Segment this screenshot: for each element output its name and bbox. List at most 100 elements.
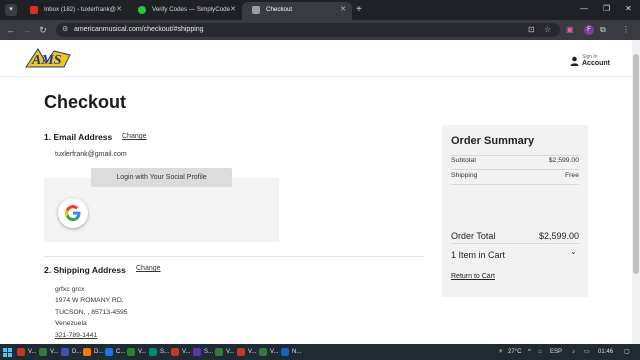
taskbar-label: V...: [248, 349, 257, 355]
subtotal-label: Subtotal: [451, 157, 476, 164]
taskbar-label: V...: [270, 349, 279, 355]
site-info-icon[interactable]: ⚙: [62, 26, 70, 34]
app-icon: [171, 348, 179, 356]
taskbar-app-7[interactable]: V...: [170, 346, 190, 358]
app-icon: [83, 348, 91, 356]
back-arrow-icon[interactable]: ←: [4, 23, 18, 37]
taskbar-label: V...: [226, 349, 235, 355]
page-scrollbar[interactable]: [632, 40, 640, 344]
account-label: Account: [582, 60, 610, 67]
address-country: Venezuela: [55, 320, 87, 327]
cart-items-toggle[interactable]: 1 Item in Cart: [451, 250, 505, 260]
language-indicator[interactable]: ESP: [550, 346, 562, 358]
battery-icon[interactable]: ▭: [584, 346, 590, 358]
app-icon: [215, 348, 223, 356]
taskbar-app-5[interactable]: V...: [126, 346, 146, 358]
network-icon[interactable]: ⌂: [538, 346, 542, 358]
shipping-label: Shipping: [451, 172, 478, 179]
tab-title: Verify Codes — SimplyCodes: [152, 6, 230, 13]
email-value: tuxlerfrank@gmail.com: [55, 151, 127, 158]
taskbar-app-3[interactable]: D...: [82, 346, 103, 358]
extension-icon[interactable]: ▣: [566, 23, 574, 37]
address-bar[interactable]: ⚙ americanmusical.com/checkout/#shipping: [56, 23, 560, 37]
close-tab-icon[interactable]: ✕: [340, 2, 346, 18]
taskbar-app-1[interactable]: V...: [38, 346, 58, 358]
user-icon: [570, 56, 579, 66]
taskbar-label: V...: [50, 349, 59, 355]
shipping-change-link[interactable]: Change: [136, 265, 161, 272]
minimize-icon[interactable]: —: [580, 1, 588, 17]
order-summary-panel: Order Summary Subtotal $2,599.00 Shippin…: [442, 125, 588, 297]
weather-icon[interactable]: ☀: [498, 346, 503, 358]
subtotal-value: $2,599.00: [548, 157, 579, 164]
simplycodes-icon: [138, 6, 146, 14]
taskbar-label: C...: [116, 349, 126, 355]
address-phone[interactable]: 321-789-1441: [55, 332, 97, 339]
taskbar-label: D...: [94, 349, 104, 355]
notifications-icon[interactable]: ▢: [624, 346, 630, 358]
tray-chevron-icon[interactable]: ^: [528, 346, 531, 358]
taskbar-app-9[interactable]: V...: [214, 346, 234, 358]
windows-logo-icon: [3, 348, 12, 357]
translate-icon[interactable]: ⊡: [528, 23, 535, 37]
taskbar-app-8[interactable]: S...: [192, 346, 213, 358]
social-login-button[interactable]: Login with Your Social Profile: [91, 168, 232, 187]
ams-favicon-icon: [252, 6, 260, 14]
browser-tab-bar: ▾ Inbox (182) - tuxlerfrank@gmai ✕ Verif…: [0, 0, 640, 20]
taskbar-app-10[interactable]: V...: [236, 346, 256, 358]
order-total-label: Order Total: [451, 231, 496, 241]
scrollbar-thumb[interactable]: [633, 54, 639, 274]
address-city: TUCSON, , 85713-4595: [55, 309, 128, 316]
app-icon: [149, 348, 157, 356]
tab-simplycodes[interactable]: Verify Codes — SimplyCodes ✕: [128, 2, 242, 20]
taskbar-app-12[interactable]: N...: [280, 346, 301, 358]
site-header: AMS Sign In Account: [0, 40, 632, 77]
summary-divider: [451, 169, 579, 170]
close-tab-icon[interactable]: ✕: [116, 2, 122, 18]
url-text[interactable]: americanmusical.com/checkout/#shipping: [74, 23, 204, 37]
app-icon: [105, 348, 113, 356]
profile-avatar[interactable]: F: [584, 25, 594, 35]
return-to-cart-link[interactable]: Return to Cart: [451, 273, 495, 280]
temperature-text[interactable]: 27°C: [508, 346, 521, 358]
tab-title: Checkout: [266, 6, 293, 13]
order-total-value: $2,599.00: [538, 231, 579, 241]
extensions-puzzle-icon[interactable]: ⧉: [600, 23, 606, 37]
order-summary-title: Order Summary: [451, 135, 535, 147]
bookmark-star-icon[interactable]: ☆: [544, 23, 551, 37]
app-icon: [39, 348, 47, 356]
restore-icon[interactable]: ❐: [603, 1, 610, 17]
windows-taskbar: V... V... D... D... C... V... S... V... …: [0, 344, 640, 360]
shipping-section-heading: 2. Shipping Address: [44, 265, 126, 275]
shipping-value: Free: [565, 172, 579, 179]
ams-logo[interactable]: AMS: [24, 45, 72, 71]
app-icon: [61, 348, 69, 356]
forward-arrow-icon[interactable]: →: [20, 23, 34, 37]
app-icon: [17, 348, 25, 356]
start-button[interactable]: [2, 346, 12, 358]
email-change-link[interactable]: Change: [122, 133, 147, 140]
browser-toolbar: ← → ↻ ⚙ americanmusical.com/checkout/#sh…: [0, 20, 640, 40]
close-tab-icon[interactable]: ✕: [230, 2, 236, 18]
menu-kebab-icon[interactable]: ⋮: [622, 23, 630, 37]
tab-checkout[interactable]: Checkout ✕: [242, 2, 352, 20]
taskbar-label: S...: [160, 349, 170, 355]
taskbar-app-11[interactable]: V...: [258, 346, 278, 358]
clock-time[interactable]: 01:46: [598, 346, 613, 358]
close-window-icon[interactable]: ✕: [625, 1, 632, 17]
taskbar-label: V...: [182, 349, 191, 355]
reload-icon[interactable]: ↻: [36, 23, 50, 37]
volume-icon[interactable]: ♪: [572, 346, 575, 358]
taskbar-app-6[interactable]: S...: [148, 346, 169, 358]
google-login-button[interactable]: [58, 198, 88, 228]
tab-inbox[interactable]: Inbox (182) - tuxlerfrank@gmai ✕: [20, 2, 128, 20]
page-title: Checkout: [44, 92, 127, 112]
taskbar-app-4[interactable]: C...: [104, 346, 125, 358]
new-tab-button[interactable]: +: [356, 3, 362, 17]
tab-search-button[interactable]: ▾: [5, 4, 17, 16]
chevron-down-icon[interactable]: ⌄: [570, 247, 577, 256]
taskbar-label: V...: [138, 349, 147, 355]
app-icon: [281, 348, 289, 356]
taskbar-app-0[interactable]: V...: [16, 346, 36, 358]
taskbar-app-2[interactable]: D...: [60, 346, 81, 358]
